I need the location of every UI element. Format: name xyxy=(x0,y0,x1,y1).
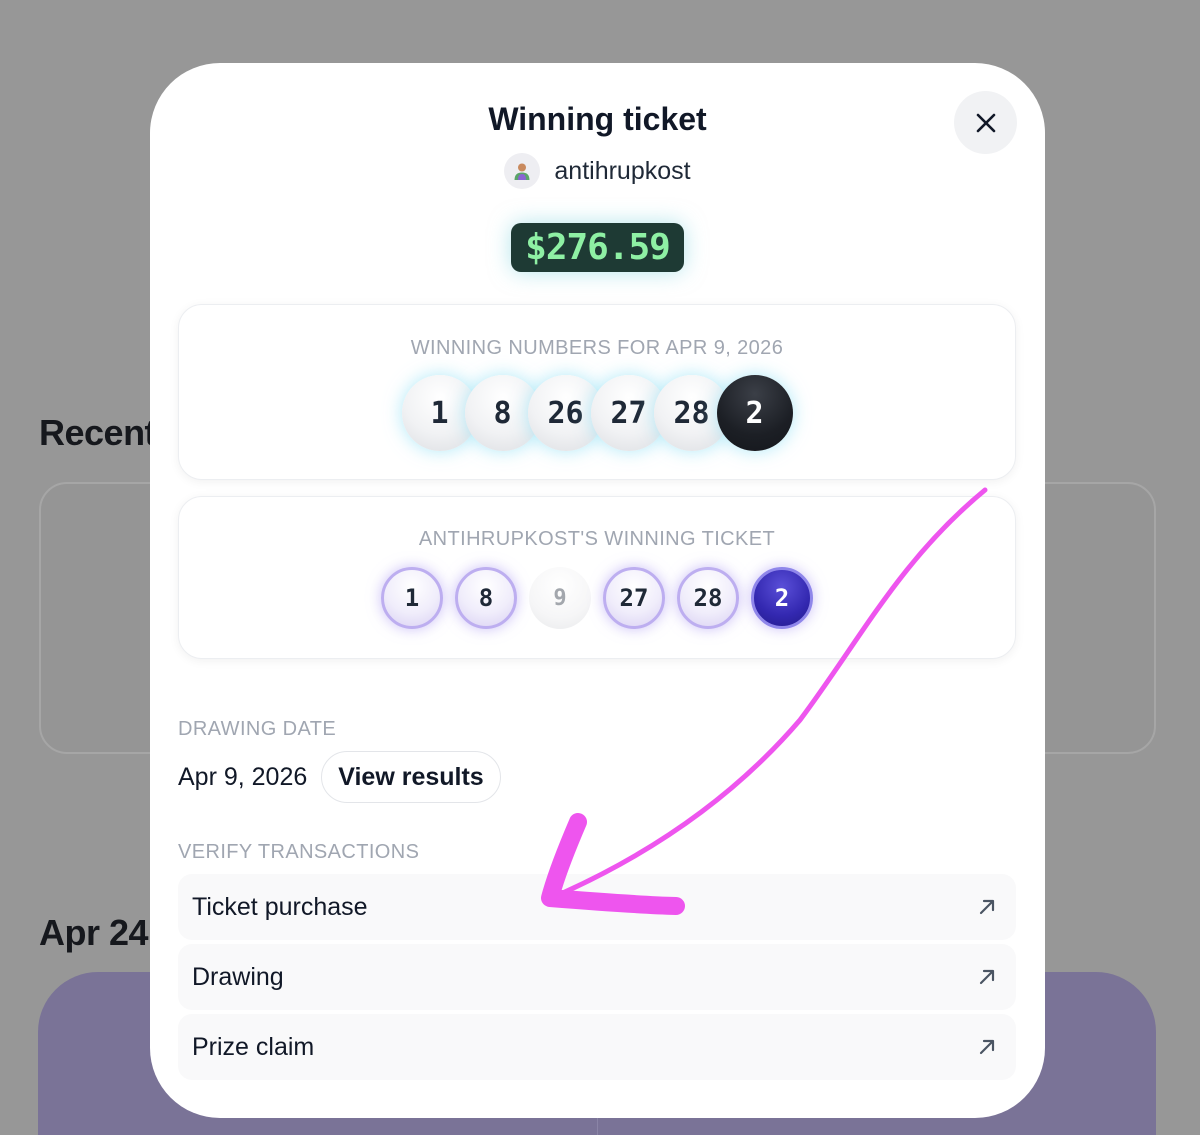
username: antihrupkost xyxy=(554,156,691,185)
ticket-purchase-link[interactable]: Ticket purchase xyxy=(178,874,1016,940)
verify-transactions-label: VERIFY TRANSACTIONS xyxy=(178,841,420,863)
ticket-power-ball: 2 xyxy=(751,567,813,629)
date-heading: Apr 24 xyxy=(39,912,149,953)
drawing-date-value: Apr 9, 2026 xyxy=(178,762,308,791)
ticket-ball-matched: 28 xyxy=(677,567,739,629)
winning-numbers-label: WINNING NUMBERS FOR APR 9, 2026 xyxy=(410,337,784,359)
recent-heading: Recent xyxy=(39,412,157,453)
winning-ticket-modal: Winning ticket antihrupkost $276.59 WINN… xyxy=(150,63,1045,1118)
winning-power-ball: 2 xyxy=(716,375,793,451)
ticket-balls: 1 8 9 27 28 2 xyxy=(179,567,1015,629)
drawing-date-row: Apr 9, 2026 View results xyxy=(178,751,501,803)
prize-claim-link[interactable]: Prize claim xyxy=(178,1014,1016,1080)
arrow-up-right-icon xyxy=(979,899,995,915)
arrow-up-right-icon xyxy=(979,1039,995,1055)
transaction-label: Prize claim xyxy=(192,1032,315,1061)
view-results-button[interactable]: View results xyxy=(321,751,501,803)
user-row: antihrupkost xyxy=(150,153,1045,189)
transaction-label: Drawing xyxy=(192,962,284,991)
modal-title: Winning ticket xyxy=(488,101,707,137)
arrow-up-right-icon xyxy=(979,969,995,985)
ticket-ball-matched: 27 xyxy=(603,567,665,629)
winning-numbers-panel: WINNING NUMBERS FOR APR 9, 2026 1 8 26 2… xyxy=(178,304,1016,480)
ticket-label: ANTIHRUPKOST'S WINNING TICKET xyxy=(418,528,776,550)
ticket-panel: ANTIHRUPKOST'S WINNING TICKET 1 8 9 27 2… xyxy=(178,496,1016,659)
ticket-ball-matched: 8 xyxy=(455,567,517,629)
ticket-ball-unmatched: 9 xyxy=(529,567,591,629)
ticket-ball-matched: 1 xyxy=(381,567,443,629)
prize-amount: $276.59 xyxy=(511,223,684,272)
user-avatar-icon xyxy=(514,163,530,180)
drawing-link[interactable]: Drawing xyxy=(178,944,1016,1010)
transaction-label: Ticket purchase xyxy=(192,892,368,921)
winning-numbers-balls: 1 8 26 27 28 2 xyxy=(179,375,1015,451)
drawing-date-label: DRAWING DATE xyxy=(178,718,337,740)
avatar xyxy=(504,153,541,189)
